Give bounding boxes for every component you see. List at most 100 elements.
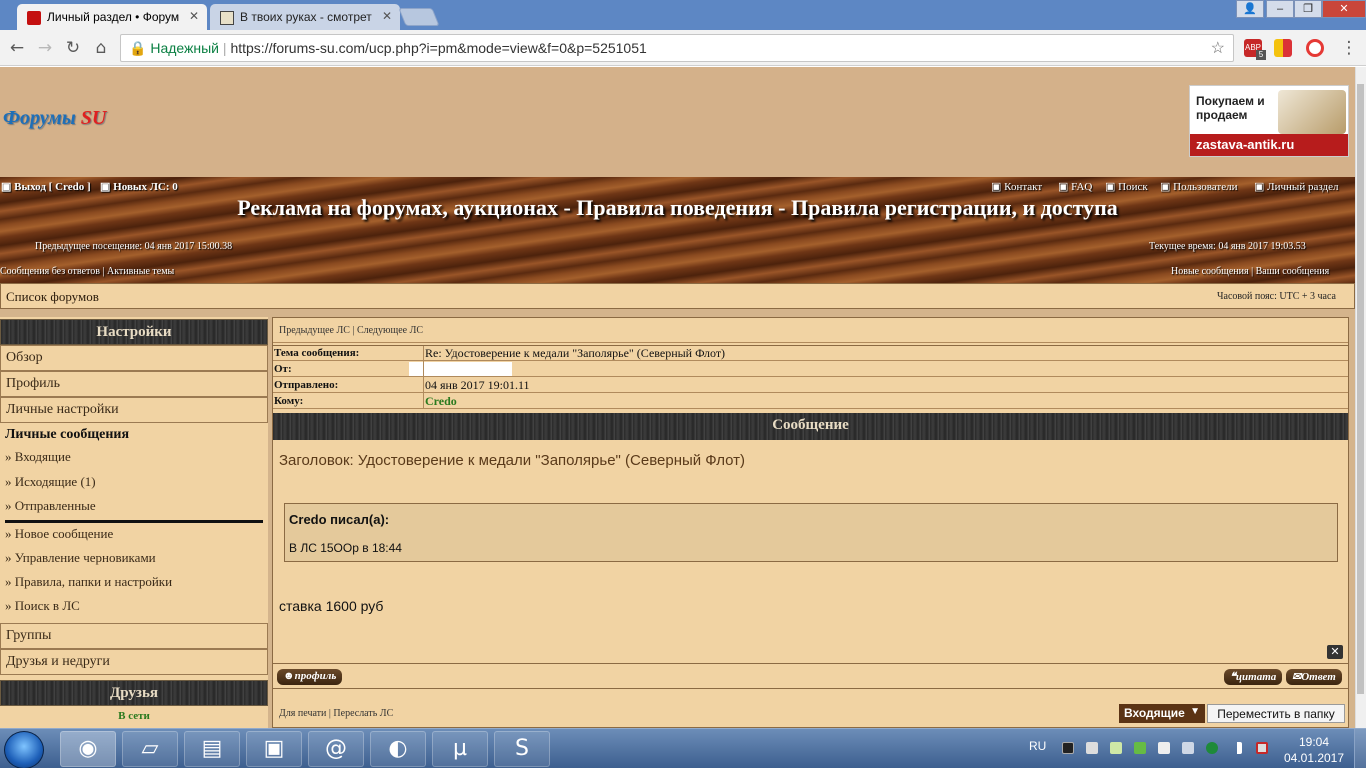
- rules-banner[interactable]: Реклама на форумах, аукционах - Правила …: [0, 195, 1355, 221]
- ucp-link[interactable]: ▣ Личный раздел: [1254, 180, 1338, 193]
- new-posts-link[interactable]: Новые сообщения: [1171, 266, 1249, 277]
- ad-banner[interactable]: Покупаем и продаем zastava-antik.ru: [1189, 85, 1349, 157]
- network-signal-icon[interactable]: [1230, 742, 1242, 754]
- quote-button[interactable]: ❝цитата: [1224, 669, 1283, 685]
- breadcrumb[interactable]: Список форумов: [6, 289, 99, 305]
- pm-footer: Для печати | Переслать ЛС Входящие ▼ Пер…: [273, 696, 1348, 726]
- minimize-button[interactable]: –: [1266, 0, 1294, 18]
- scrollbar-thumb[interactable]: [1357, 84, 1364, 694]
- forward-link[interactable]: Переслать ЛС: [333, 708, 393, 719]
- address-bar[interactable]: 🔒 Надежный | https://forums-su.com/ucp.p…: [120, 34, 1234, 62]
- show-desktop-button[interactable]: [1354, 729, 1366, 768]
- your-posts-link[interactable]: Ваши сообщения: [1256, 266, 1330, 277]
- sidebar-item-overview[interactable]: Обзор: [0, 345, 268, 371]
- chrome-taskbar-icon[interactable]: ◉: [60, 731, 116, 767]
- close-icon[interactable]: ✕: [382, 9, 392, 23]
- column-divider: [423, 346, 424, 409]
- pm-inbox-link[interactable]: » Входящие: [5, 449, 71, 465]
- tray-audio-icon[interactable]: [1086, 742, 1098, 754]
- tray-app-icon[interactable]: [1206, 742, 1218, 754]
- close-icon[interactable]: ✕: [189, 9, 199, 23]
- tab-inactive[interactable]: В твоих руках - смотрет ✕: [210, 4, 400, 30]
- extension-icon[interactable]: [1274, 39, 1292, 57]
- sidebar-item-profile[interactable]: Профиль: [0, 371, 268, 397]
- target-extension-icon[interactable]: [1306, 39, 1324, 57]
- skype-taskbar-icon[interactable]: S: [494, 731, 550, 767]
- profile-button[interactable]: ☻профиль: [277, 669, 343, 685]
- network-taskbar-icon[interactable]: ▣: [246, 731, 302, 767]
- sidebar-item-friends-foes[interactable]: Друзья и недруги: [0, 649, 268, 675]
- mail-taskbar-icon[interactable]: @: [308, 731, 364, 767]
- sidebar-item-preferences[interactable]: Личные настройки: [0, 397, 268, 423]
- volume-muted-icon[interactable]: [1256, 742, 1268, 754]
- start-button[interactable]: [4, 731, 44, 768]
- reply-button[interactable]: ✉Ответ: [1286, 669, 1342, 685]
- explorer-taskbar-icon[interactable]: ▤: [184, 731, 240, 767]
- message-subject: Заголовок: Удостоверение к медали "Запол…: [279, 452, 746, 469]
- pm-drafts-link[interactable]: » Управление черновиками: [5, 550, 156, 566]
- utorrent-taskbar-icon[interactable]: µ: [432, 731, 488, 767]
- reload-icon[interactable]: ↻: [62, 37, 84, 59]
- pm-outbox-link[interactable]: » Исходящие (1): [5, 474, 96, 490]
- tray-app-icon[interactable]: [1158, 742, 1170, 754]
- site-logo[interactable]: Форумы SU: [3, 107, 106, 130]
- faq-link[interactable]: ▣ FAQ: [1058, 180, 1092, 193]
- pm-sent-link[interactable]: » Отправленные: [5, 498, 96, 514]
- profile-icon: ☻: [283, 670, 295, 682]
- print-link[interactable]: Для печати: [279, 708, 326, 719]
- back-icon[interactable]: ←: [6, 37, 28, 59]
- contact-link[interactable]: ▣ Контакт: [991, 180, 1042, 193]
- report-close-icon[interactable]: ✕: [1327, 645, 1343, 659]
- notepad-taskbar-icon[interactable]: ▱: [122, 731, 178, 767]
- new-pm-counter[interactable]: ▣ Новых ЛС: 0: [100, 180, 178, 193]
- online-label: В сети: [0, 710, 268, 728]
- current-time: Текущее время: 04 янв 2017 19:03.53: [1149, 241, 1306, 252]
- unanswered-link[interactable]: Сообщения без ответов: [0, 266, 100, 277]
- tray-app-icon[interactable]: [1182, 742, 1194, 754]
- pm-view-panel: Предыдущее ЛС | Следующее ЛС Тема сообще…: [272, 317, 1349, 728]
- close-window-button[interactable]: ✕: [1322, 0, 1366, 18]
- bookmark-star-icon[interactable]: ☆: [1211, 38, 1225, 58]
- wood-header-bar: ▣ Выход [ Credo ] ▣ Новых ЛС: 0 ▣ Контак…: [0, 177, 1355, 283]
- maximize-button[interactable]: ❐: [1294, 0, 1322, 18]
- message-heading: Сообщение: [273, 413, 1348, 440]
- forward-icon[interactable]: →: [34, 37, 56, 59]
- folder-select[interactable]: Входящие ▼: [1119, 704, 1205, 723]
- logo-accent: SU: [80, 107, 107, 129]
- field-label: Тема сообщения:: [274, 347, 360, 359]
- settings-heading: Настройки: [0, 319, 268, 345]
- field-sent: 04 янв 2017 19:01.11: [425, 378, 530, 392]
- tab-active[interactable]: Личный раздел • Форум ✕: [17, 4, 207, 30]
- field-row: Тема сообщения: Re: Удостоверение к меда…: [273, 346, 1348, 361]
- browser-toolbar: ← → ↻ ⌂ 🔒 Надежный | https://forums-su.c…: [0, 30, 1366, 66]
- new-tab-button[interactable]: [398, 8, 440, 26]
- field-row: Кому: Credo: [273, 393, 1348, 409]
- site-favicon-icon: [220, 11, 234, 25]
- sender-redacted: [409, 362, 512, 376]
- sidebar-item-groups[interactable]: Группы: [0, 623, 268, 649]
- secure-label: Надежный: [150, 40, 220, 56]
- search-link[interactable]: ▣ Поиск: [1105, 180, 1148, 193]
- home-icon[interactable]: ⌂: [90, 37, 112, 59]
- language-indicator[interactable]: RU: [1029, 739, 1046, 753]
- system-clock[interactable]: 19:04 04.01.2017: [1282, 734, 1346, 766]
- field-to[interactable]: Credo: [425, 394, 457, 409]
- sidebar-item-pm[interactable]: Личные сообщения: [0, 423, 268, 443]
- browser-tabstrip: Личный раздел • Форум ✕ В твоих руках - …: [0, 0, 1366, 30]
- tray-utorrent-icon[interactable]: [1134, 742, 1146, 754]
- tray-app-icon[interactable]: [1110, 742, 1122, 754]
- next-pm-link[interactable]: Следующее ЛС: [357, 325, 423, 336]
- profile-icon[interactable]: 👤: [1236, 0, 1264, 18]
- prev-pm-link[interactable]: Предыдущее ЛС: [279, 325, 350, 336]
- tray-app-icon[interactable]: [1062, 742, 1074, 754]
- pm-compose-link[interactable]: » Новое сообщение: [5, 526, 113, 542]
- audio-taskbar-icon[interactable]: ◐: [370, 731, 426, 767]
- active-topics-link[interactable]: Активные темы: [107, 266, 174, 277]
- pm-search-link[interactable]: » Поиск в ЛС: [5, 598, 80, 614]
- menu-icon[interactable]: ⋮: [1338, 37, 1360, 59]
- pm-options-link[interactable]: » Правила, папки и настройки: [5, 574, 172, 590]
- move-to-folder-button[interactable]: Переместить в папку: [1207, 704, 1345, 723]
- logout-link[interactable]: ▣ Выход [ Credo ]: [1, 180, 91, 193]
- message-body: ставка 1600 руб: [279, 598, 384, 614]
- members-link[interactable]: ▣ Пользователи: [1160, 180, 1237, 193]
